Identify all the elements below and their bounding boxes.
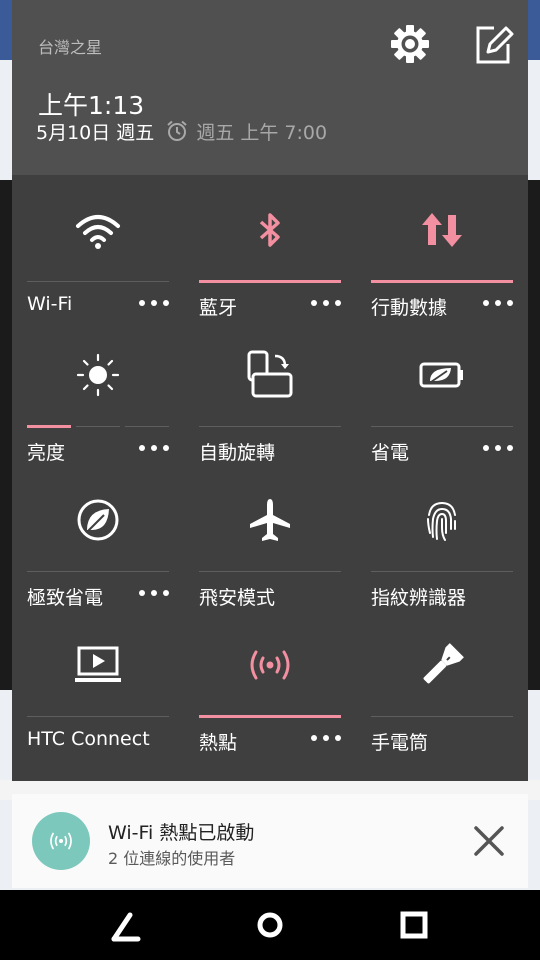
close-icon xyxy=(474,826,504,856)
tile-mobile-data[interactable]: 行動數據 xyxy=(371,175,513,319)
hotspot-icon xyxy=(50,832,72,850)
home-icon xyxy=(257,912,283,938)
background-app-content xyxy=(0,180,12,690)
more-options-icon[interactable] xyxy=(483,296,513,310)
background-app-content xyxy=(528,180,540,690)
tile-label: 指紋辨識器 xyxy=(371,587,467,609)
tile-label: 藍牙 xyxy=(199,297,238,319)
hotspot-icon xyxy=(245,640,295,690)
tile-label: 行動數據 xyxy=(371,297,448,319)
tile-brightness[interactable]: 亮度 xyxy=(27,320,169,464)
mobile-data-icon xyxy=(417,205,467,255)
more-options-icon[interactable] xyxy=(139,296,169,310)
tile-bluetooth[interactable]: 藍牙 xyxy=(199,175,341,319)
tile-label: 飛安模式 xyxy=(199,587,276,609)
more-options-icon[interactable] xyxy=(139,441,169,455)
tile-label: 極致省電 xyxy=(27,587,104,609)
fingerprint-icon xyxy=(417,495,467,545)
tile-fingerprint[interactable]: 指紋辨識器 xyxy=(371,465,513,609)
tile-label: 手電筒 xyxy=(371,732,429,754)
navigation-bar xyxy=(0,890,540,960)
power-saver-icon xyxy=(417,350,467,400)
tile-auto-rotate[interactable]: 自動旋轉 xyxy=(199,320,341,464)
tile-wifi[interactable]: Wi-Fi xyxy=(27,175,169,315)
date-text: 5月10日 週五 xyxy=(36,121,155,144)
quick-settings-panel: Wi-Fi 藍牙 行動數據 亮度 自動旋轉 省電 極致省電 飛安模式 指紋辨識器… xyxy=(12,175,528,781)
notification-shade-header: 台灣之星 上午1:13 5月10日 週五 週五 上午 7:00 xyxy=(12,0,528,175)
back-icon xyxy=(111,912,141,942)
edit-icon xyxy=(476,26,514,64)
more-options-icon[interactable] xyxy=(483,441,513,455)
htc-connect-icon xyxy=(73,640,123,690)
tile-status-bar xyxy=(199,715,341,718)
tile-status-bar xyxy=(371,426,513,427)
bluetooth-icon xyxy=(245,205,295,255)
airplane-icon xyxy=(245,495,295,545)
tile-label: 熱點 xyxy=(199,732,238,754)
brightness-level-segment xyxy=(27,425,71,428)
date-alarm-row: 5月10日 週五 週五 上午 7:00 xyxy=(36,118,327,144)
notification-title: Wi-Fi 熱點已啟動 xyxy=(108,822,255,844)
brightness-level-segment xyxy=(125,426,169,427)
auto-rotate-icon xyxy=(245,350,295,400)
flashlight-icon xyxy=(417,640,467,690)
extreme-power-saver-icon xyxy=(73,495,123,545)
tile-status-bar xyxy=(199,280,341,283)
brightness-level-segment xyxy=(76,426,120,427)
edit-button[interactable] xyxy=(472,24,514,66)
tile-label: 亮度 xyxy=(27,442,66,464)
settings-button[interactable] xyxy=(390,24,430,64)
recents-icon xyxy=(400,911,428,939)
tile-status-bar xyxy=(371,280,513,283)
more-options-icon[interactable] xyxy=(311,731,341,745)
alarm-time: 週五 上午 7:00 xyxy=(196,121,328,144)
more-options-icon[interactable] xyxy=(139,586,169,600)
tile-htc-connect[interactable]: HTC Connect xyxy=(27,610,169,750)
tile-flashlight[interactable]: 手電筒 xyxy=(371,610,513,754)
dismiss-button[interactable] xyxy=(470,822,508,860)
tile-power-saver[interactable]: 省電 xyxy=(371,320,513,464)
gear-icon xyxy=(391,25,429,63)
back-button[interactable] xyxy=(108,907,144,943)
tile-status-bar xyxy=(371,716,513,717)
hotspot-notification[interactable]: Wi-Fi 熱點已啟動 2 位連線的使用者 xyxy=(12,794,528,888)
carrier-name: 台灣之星 xyxy=(38,38,103,57)
tile-status-bar xyxy=(199,426,341,427)
tile-label: 自動旋轉 xyxy=(199,442,276,464)
tile-status-bar xyxy=(27,571,169,572)
tile-label: HTC Connect xyxy=(27,728,150,750)
notification-icon-badge xyxy=(32,812,90,870)
tile-label: Wi-Fi xyxy=(27,293,73,315)
tile-status-bar xyxy=(371,571,513,572)
tile-extreme-power-saver[interactable]: 極致省電 xyxy=(27,465,169,609)
tile-status-bar xyxy=(199,571,341,572)
brightness-icon xyxy=(73,350,123,400)
home-button[interactable] xyxy=(252,907,288,943)
wifi-icon xyxy=(73,205,123,255)
more-options-icon[interactable] xyxy=(311,296,341,310)
tile-status-bar xyxy=(27,281,169,282)
tile-label: 省電 xyxy=(371,442,410,464)
tile-status-bar xyxy=(27,716,169,717)
tile-airplane-mode[interactable]: 飛安模式 xyxy=(199,465,341,609)
tile-hotspot[interactable]: 熱點 xyxy=(199,610,341,754)
alarm-clock-icon xyxy=(167,120,187,141)
notification-subtitle: 2 位連線的使用者 xyxy=(108,849,236,868)
recents-button[interactable] xyxy=(396,907,432,943)
